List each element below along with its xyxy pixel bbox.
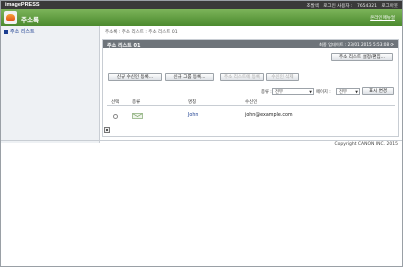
online-manual-link[interactable]: 온라인매뉴얼 [370, 15, 395, 21]
list-settings-button[interactable]: 주소 리스트 설정/편집... [331, 53, 393, 61]
delete-recipient-button[interactable]: 수신인 삭제 [266, 73, 299, 81]
index-filter-value: 전부 [339, 90, 347, 95]
app-window: imagePRESS 조발색 로그인 사용자 : 7654321 로그아웃 주소… [0, 0, 403, 267]
index-filter-select[interactable]: 전부 ▼ [336, 88, 360, 95]
top-bar: imagePRESS 조발색 로그인 사용자 : 7654321 로그아웃 [1, 1, 402, 9]
add-to-list-button[interactable]: 주소 리스트에 등록 [220, 73, 264, 81]
chevron-down-icon: ▼ [355, 90, 358, 94]
email-type-icon [132, 113, 143, 119]
login-user-id: 7654321 [356, 3, 377, 9]
login-user-label: 로그인 사용자 : [323, 3, 353, 9]
recipient-email: john@example.com [245, 113, 293, 118]
refresh-icon[interactable]: ⟳ [390, 42, 394, 47]
last-updated-text: 최종 업데이트 : 23/01 2015 5:53:08 [319, 42, 390, 47]
footer-divider [1, 140, 402, 141]
recipient-name-link[interactable]: John [188, 113, 198, 118]
breadcrumb: 주소록 : 주소 리스트 : 주소 리스트 01 [105, 30, 178, 35]
type-filter-value: 전부 [275, 90, 283, 95]
table-header: 선택 종류 명칭 수신인 [107, 98, 395, 106]
last-updated: 최종 업데이트 : 23/01 2015 5:53:08 ⟳ [319, 42, 394, 48]
top-links: 조발색 로그인 사용자 : 7654321 로그아웃 [303, 3, 398, 9]
column-name: 명칭 [188, 100, 197, 105]
page-top-icon[interactable] [104, 127, 110, 133]
sidebar: 주소 리스트 [1, 26, 100, 143]
bullet-icon [4, 29, 8, 34]
column-recipient: 수신인 [245, 100, 258, 105]
type-filter-label: 종류 : [261, 90, 272, 95]
copyright: Copyright CANON INC. 2015 [334, 142, 399, 147]
row-select-radio[interactable] [113, 114, 118, 119]
app-title: 주소록 [21, 16, 39, 24]
index-filter-label: 페이지 : [316, 90, 331, 95]
app-header [1, 9, 402, 26]
address-book-icon [4, 11, 17, 24]
new-group-button[interactable]: 신규 그룹 등록... [165, 73, 214, 81]
panel-header: 주소 리스트 01 최종 업데이트 : 23/01 2015 5:53:08 ⟳ [103, 40, 398, 49]
new-recipient-button[interactable]: 신규 수신인 등록... [108, 73, 162, 81]
sidebar-item-address-list[interactable]: 주소 리스트 [4, 28, 35, 35]
sidebar-item-label: 주소 리스트 [10, 29, 35, 35]
panel-title: 주소 리스트 01 [107, 42, 141, 49]
column-type: 종류 [132, 100, 141, 105]
column-select: 선택 [111, 100, 120, 105]
logout-link[interactable]: 로그아웃 [381, 4, 398, 9]
type-filter-select[interactable]: 전부 ▼ [272, 88, 314, 95]
display-change-button[interactable]: 표시 변경 [362, 87, 394, 95]
color-mode-link[interactable]: 조발색 [306, 4, 318, 9]
brand-logo: imagePRESS [5, 2, 40, 8]
chevron-down-icon: ▼ [309, 90, 312, 94]
address-list-panel: 주소 리스트 01 최종 업데이트 : 23/01 2015 5:53:08 ⟳… [102, 39, 399, 137]
